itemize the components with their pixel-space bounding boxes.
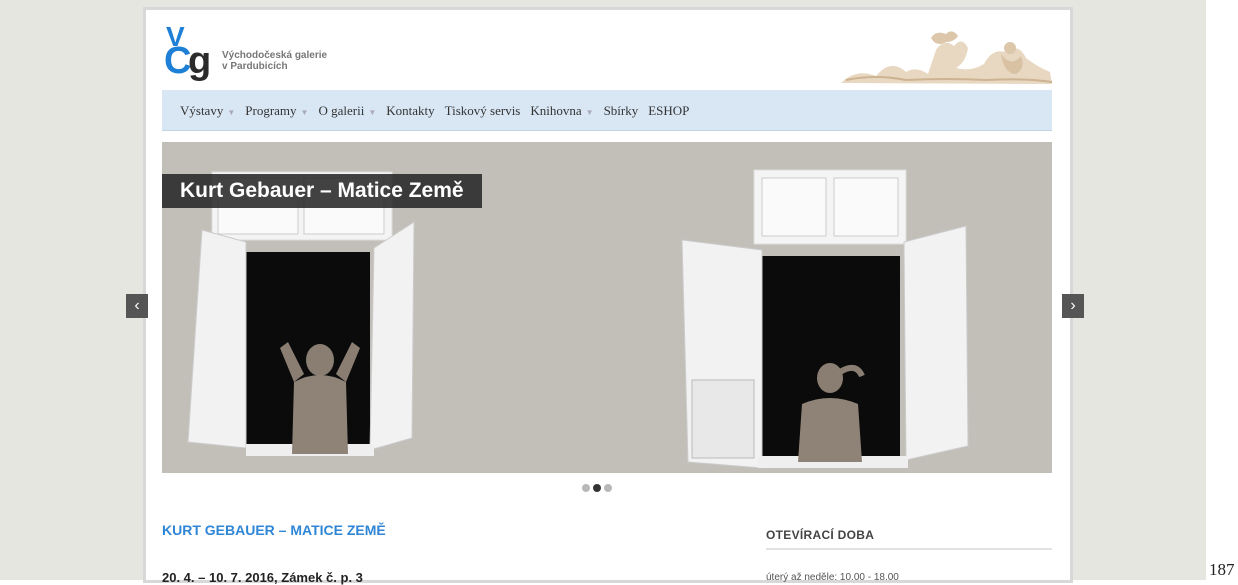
nav-item-tiskový-servis[interactable]: Tiskový servis	[445, 103, 521, 119]
slider-next-button[interactable]: ›	[1062, 294, 1084, 318]
dropdown-arrow-icon: ▼	[300, 107, 309, 117]
slider-dot-3[interactable]	[604, 484, 612, 492]
site-page: V C g Východočeská galerie v Pardubicích…	[126, 10, 1084, 585]
main-nav: Výstavy ▼ Programy ▼ O galerii ▼ Kontakty Tisko…	[162, 90, 1052, 131]
nav-item-label: Výstavy	[180, 103, 224, 118]
article-title-link[interactable]: KURT GEBAUER – MATICE ZEMĚ	[162, 522, 386, 538]
slide-caption[interactable]: Kurt Gebauer – Matice Země	[162, 174, 482, 208]
nav-item-label: Kontakty	[386, 103, 435, 118]
logo-name: Východočeská galerie v Pardubicích	[222, 50, 327, 72]
dropdown-arrow-icon: ▼	[585, 107, 594, 117]
logo-letter-g: g	[188, 40, 212, 82]
opening-hours-text: úterý až neděle: 10.00 - 18.00	[766, 572, 899, 583]
nav-item-eshop[interactable]: ESHOP	[648, 103, 689, 119]
opening-hours-heading: OTEVÍRACÍ DOBA	[766, 528, 875, 542]
logo-name-line2: v Pardubicích	[222, 61, 288, 72]
nav-item-kontakty[interactable]: Kontakty	[386, 103, 434, 119]
nav-item-label: Knihovna	[530, 103, 582, 118]
nav-item-label: ESHOP	[648, 103, 690, 118]
slider-prev-button[interactable]: ‹	[126, 294, 148, 318]
page-number: 187	[1209, 560, 1235, 579]
nav-item-knihovna[interactable]: Knihovna ▼	[530, 103, 593, 119]
dropdown-arrow-icon: ▼	[227, 107, 236, 117]
slider-dots	[582, 484, 612, 492]
slider-dot-2[interactable]	[593, 484, 601, 492]
slider-dot-1[interactable]	[582, 484, 590, 492]
article-date-place: 20. 4. – 10. 7. 2016, Zámek č. p. 3	[162, 570, 363, 585]
opening-hours-divider	[766, 548, 1052, 550]
nav-item-o-galerii[interactable]: O galerii ▼	[318, 103, 376, 119]
right-margin	[1206, 0, 1238, 580]
hero-slider[interactable]: Kurt Gebauer – Matice Země	[162, 142, 1052, 473]
nav-item-label: Sbírky	[603, 103, 639, 118]
nav-item-výstavy[interactable]: Výstavy ▼	[180, 103, 235, 119]
nav-item-label: Programy	[245, 103, 297, 118]
nav-item-label: O galerii	[318, 103, 365, 118]
nav-items: Výstavy ▼ Programy ▼ O galerii ▼ Kontakty Tisko…	[180, 103, 699, 119]
header-ornament-image	[841, 31, 1053, 84]
dropdown-arrow-icon: ▼	[368, 107, 377, 117]
site-logo[interactable]: V C g Východočeská galerie v Pardubicích	[164, 23, 364, 82]
nav-item-programy[interactable]: Programy ▼	[245, 103, 308, 119]
nav-item-label: Tiskový servis	[444, 103, 521, 118]
nav-item-sbírky[interactable]: Sbírky	[604, 103, 639, 119]
logo-name-line1: Východočeská galerie	[222, 50, 328, 61]
